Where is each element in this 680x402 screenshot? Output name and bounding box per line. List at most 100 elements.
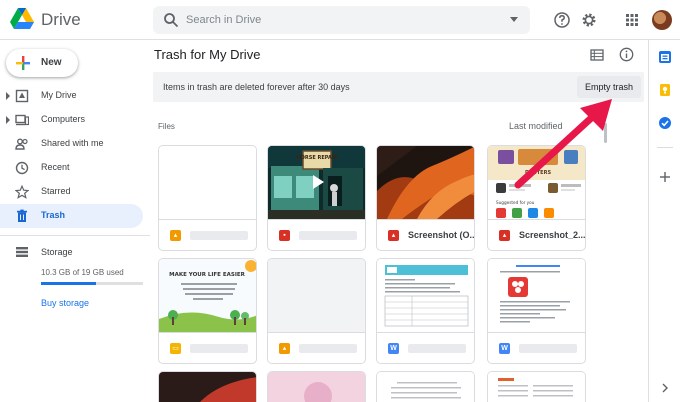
tasks-icon[interactable] [658, 116, 672, 130]
sidebar-item-computers[interactable]: Computers [0, 108, 143, 132]
file-card-footer: W [377, 332, 474, 363]
page-title: Trash for My Drive [154, 47, 261, 62]
main-content: Trash for My Drive Items in trash are de… [150, 40, 648, 402]
sort-dropdown[interactable]: Last modified [509, 121, 563, 131]
document-thumbnail-image [488, 259, 585, 332]
file-thumbnail[interactable]: MAKE YOUR LIFE EASIER [159, 259, 256, 332]
sidebar: New My Drive Computers Shared with me Re… [0, 40, 150, 402]
add-addon-icon[interactable] [658, 170, 672, 184]
my-drive-icon [15, 89, 29, 103]
file-card[interactable]: ▴ Screenshot (O... [376, 145, 475, 251]
file-thumbnail[interactable] [377, 146, 474, 219]
file-card[interactable] [158, 371, 257, 402]
file-card[interactable]: W [487, 258, 586, 364]
file-card[interactable]: W [376, 258, 475, 364]
sidebar-item-label: Trash [41, 210, 66, 220]
storage-usage-fill [41, 282, 97, 285]
search-bar[interactable] [153, 6, 530, 34]
image-type-icon: ▴ [388, 230, 399, 241]
account-avatar[interactable] [652, 10, 672, 30]
empty-trash-button[interactable]: Empty trash [577, 76, 641, 98]
scrollbar[interactable] [604, 123, 607, 143]
file-name-blurred [299, 344, 357, 353]
file-card[interactable] [376, 371, 475, 402]
new-button[interactable]: New [6, 49, 78, 77]
file-name: Screenshot_2... [519, 230, 586, 240]
slide-thumbnail-image: MAKE YOUR LIFE EASIER [159, 259, 256, 332]
expand-arrow-icon[interactable] [6, 92, 10, 100]
sidebar-item-shared-with-me[interactable]: Shared with me [0, 132, 143, 156]
file-thumbnail[interactable] [159, 372, 257, 402]
file-thumbnail[interactable] [159, 146, 256, 219]
computer-icon [15, 114, 29, 126]
slides-type-icon: ▭ [170, 343, 181, 354]
file-name-blurred [190, 231, 248, 240]
play-icon[interactable] [311, 174, 325, 190]
file-thumbnail[interactable] [377, 372, 475, 402]
help-icon[interactable] [553, 11, 571, 29]
app-name: Drive [41, 10, 81, 29]
storage-usage-text: 10.3 GB of 19 GB used [41, 268, 124, 277]
file-name-blurred [519, 344, 577, 353]
file-card[interactable] [487, 371, 586, 402]
sidebar-item-label: Shared with me [41, 138, 104, 148]
phone-banner-text: DUSTERS [525, 170, 551, 176]
file-card[interactable]: DUSTERS Suggested for you ▴ Screenshot_2… [487, 145, 586, 251]
apps-grid-icon[interactable] [623, 11, 641, 29]
file-thumbnail[interactable]: DUSTERS Suggested for you [488, 146, 585, 219]
section-label-files: Files [158, 122, 175, 131]
trash-icon [17, 209, 27, 222]
image-type-icon: ▴ [279, 343, 290, 354]
file-card-footer: ▴ Screenshot (O... [377, 219, 474, 250]
file-card[interactable]: ▴ [158, 145, 257, 251]
image-type-icon: ▴ [170, 230, 181, 241]
file-thumbnail[interactable] [377, 259, 474, 332]
file-card-footer: ▭ [159, 332, 256, 363]
expand-arrow-icon[interactable] [6, 116, 10, 124]
banner-text: Items in trash are deleted forever after… [163, 82, 350, 92]
file-thumbnail[interactable] [488, 372, 586, 402]
sidebar-item-my-drive[interactable]: My Drive [0, 84, 143, 108]
search-options-icon[interactable] [510, 17, 518, 22]
storage-title: Storage [41, 247, 73, 257]
word-type-icon: W [499, 343, 510, 354]
sidebar-item-trash[interactable]: Trash [0, 204, 143, 228]
storage-icon [16, 247, 28, 257]
file-thumbnail[interactable] [488, 259, 585, 332]
drive-logo-icon[interactable] [10, 8, 34, 30]
sidebar-item-recent[interactable]: Recent [0, 156, 143, 180]
sidebar-divider [0, 235, 150, 236]
top-bar: Drive [0, 0, 680, 40]
sidebar-item-label: Starred [41, 186, 71, 196]
chevron-right-icon[interactable] [658, 381, 672, 395]
file-card[interactable] [267, 371, 366, 402]
file-card[interactable]: ▴ [267, 258, 366, 364]
file-card[interactable]: MAKE YOUR LIFE EASIER ▭ [158, 258, 257, 364]
search-icon[interactable] [163, 12, 179, 28]
star-icon [15, 185, 29, 199]
plus-icon [16, 56, 30, 70]
shared-icon [15, 138, 28, 150]
file-card-footer: W [488, 332, 585, 363]
file-card[interactable]: HORSE REPAIR ▪ [267, 145, 366, 251]
trash-info-banner: Items in trash are deleted forever after… [153, 72, 644, 102]
file-thumbnail[interactable]: HORSE REPAIR [268, 146, 365, 219]
list-view-icon[interactable] [590, 48, 604, 62]
sidebar-item-starred[interactable]: Starred [0, 180, 143, 204]
file-name-blurred [408, 344, 466, 353]
buy-storage-link[interactable]: Buy storage [41, 298, 89, 308]
settings-gear-icon[interactable] [580, 11, 598, 29]
file-card-footer: ▴ [268, 332, 365, 363]
new-button-label: New [41, 57, 62, 68]
file-thumbnail[interactable] [268, 259, 365, 332]
calendar-icon[interactable] [658, 50, 672, 64]
drive-app: Drive Search in Drive New My Drive Compu… [0, 0, 680, 402]
file-card-footer: ▴ [159, 219, 256, 250]
info-icon[interactable] [619, 47, 634, 62]
keep-notes-icon[interactable] [658, 83, 672, 97]
phone-suggested-text: Suggested for you [496, 200, 535, 205]
file-card-footer: ▪ [268, 219, 365, 250]
search-input[interactable] [186, 10, 486, 30]
file-thumbnail[interactable] [268, 372, 366, 402]
storage-usage-bar [41, 282, 143, 285]
